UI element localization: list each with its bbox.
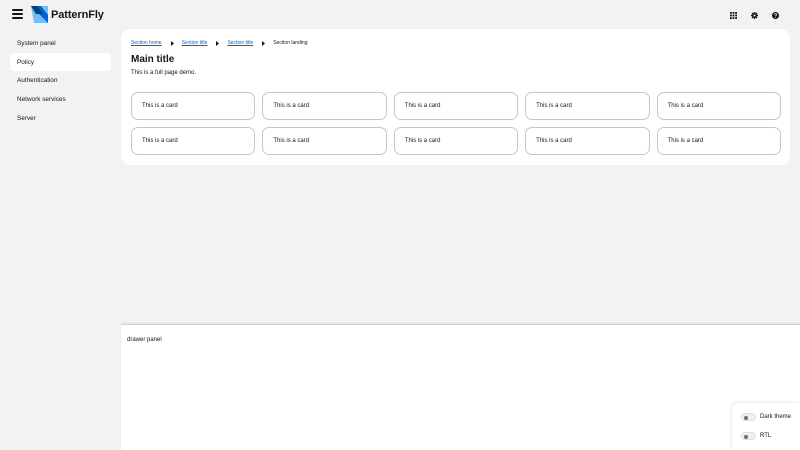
card[interactable]: This is a card [525, 92, 650, 120]
card[interactable]: This is a card [131, 127, 256, 155]
card-text: This is a card [667, 138, 704, 144]
masthead-tools [723, 8, 786, 22]
card[interactable]: This is a card [393, 127, 519, 155]
masthead: PatternFly [0, 0, 800, 29]
rtl-switch[interactable] [741, 432, 756, 440]
chevron-right-icon [170, 40, 174, 46]
page-title: Main title [131, 54, 175, 65]
card[interactable]: This is a card [525, 127, 650, 155]
theme-toggles: Dark theme RTL [732, 403, 800, 450]
sidebar-item-label: System panel [17, 39, 56, 47]
card-text: This is a card [536, 103, 572, 109]
card[interactable]: This is a card [656, 127, 781, 155]
rtl-label: RTL [760, 433, 772, 439]
hamburger-menu-icon[interactable] [12, 9, 23, 19]
card-text: This is a card [404, 138, 441, 144]
card[interactable]: This is a card [262, 127, 387, 155]
sidebar-item-label: Policy [17, 58, 35, 66]
drawer-panel-text: drawer panel [127, 337, 162, 343]
brand[interactable]: PatternFly [31, 6, 104, 23]
card[interactable]: This is a card [131, 92, 256, 120]
dark-theme-switch[interactable] [741, 413, 756, 421]
breadcrumb-link-section-home[interactable]: Section home [131, 40, 162, 46]
sidebar-item-label: Authentication [17, 77, 58, 85]
apps-grid-icon[interactable] [723, 8, 744, 22]
breadcrumb-link-section-title-2[interactable]: Section title [227, 40, 253, 46]
breadcrumb-link-section-title[interactable]: Section title [182, 40, 208, 46]
dark-theme-label: Dark theme [760, 414, 792, 420]
rtl-toggle-row: RTL [741, 432, 771, 440]
main-content: Section home Section title Section title… [121, 29, 790, 165]
question-circle-icon[interactable] [765, 8, 786, 22]
card-text: This is a card [142, 103, 178, 109]
sidebar-item-system-panel[interactable]: System panel [10, 34, 111, 53]
sidebar-item-label: Server [17, 114, 36, 122]
patternfly-logo-icon [31, 6, 48, 23]
gear-icon[interactable] [744, 8, 765, 22]
card[interactable]: This is a card [656, 92, 781, 120]
sidebar-item-label: Network services [17, 95, 66, 103]
page-description: This is a full page demo. [131, 70, 197, 76]
chevron-right-icon [262, 40, 266, 46]
card-text: This is a card [273, 103, 310, 109]
card-text: This is a card [142, 138, 178, 144]
brand-name: PatternFly [51, 8, 104, 21]
card-text: This is a card [404, 103, 441, 109]
card-text: This is a card [667, 103, 704, 109]
drawer-panel: drawer panel [121, 324, 800, 450]
breadcrumb-current: Section landing [273, 40, 308, 46]
card-grid: This is a card This is a card This is a … [131, 92, 781, 155]
card-text: This is a card [536, 138, 572, 144]
sidebar-item-server[interactable]: Server [10, 109, 111, 128]
card[interactable]: This is a card [393, 92, 519, 120]
sidebar-item-authentication[interactable]: Authentication [10, 71, 111, 90]
sidebar-item-network-services[interactable]: Network services [10, 90, 111, 109]
card-text: This is a card [273, 138, 310, 144]
dark-theme-toggle-row: Dark theme [741, 413, 791, 421]
sidebar-item-policy[interactable]: Policy [10, 52, 111, 72]
breadcrumb: Section home Section title Section title… [131, 40, 308, 46]
sidebar-nav: System panel Policy Authentication Netwo… [10, 34, 111, 127]
card[interactable]: This is a card [262, 92, 387, 120]
chevron-right-icon [216, 40, 220, 46]
